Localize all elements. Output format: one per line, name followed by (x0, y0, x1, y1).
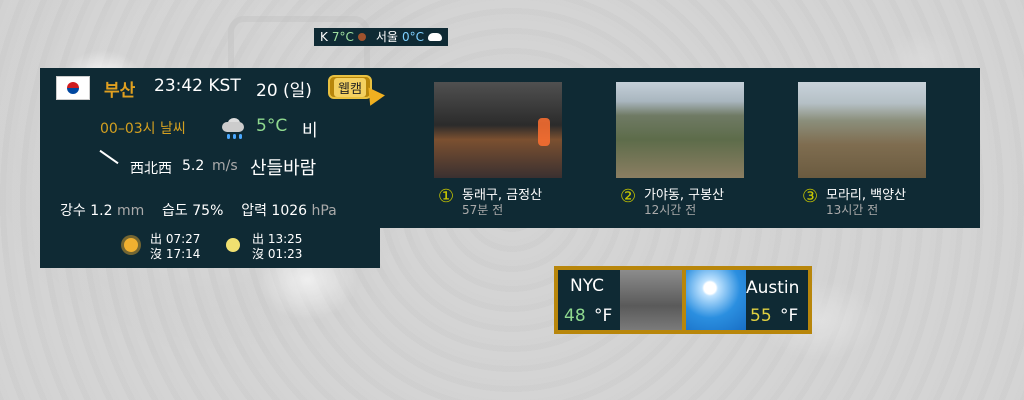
pressure-label: 압력 (241, 203, 267, 219)
webcam-thumbnail-2[interactable] (616, 82, 744, 178)
moon-icon (226, 238, 240, 252)
webcam-thumbnail-3[interactable] (798, 82, 926, 178)
nyc-weather-tile[interactable]: NYC 48 °F (554, 266, 684, 334)
moonset-time: 沒 01:23 (252, 247, 303, 261)
pressure-unit: hPa (311, 203, 337, 219)
sunset-time: 沒 17:14 (150, 247, 201, 261)
korea-flag-icon (56, 76, 90, 100)
seoul-label: 서울 (375, 30, 398, 44)
webcam-time-3: 13시간 전 (826, 203, 879, 217)
current-date: 20 (일) (256, 81, 312, 101)
forecast-hour-range: 00–03시 날씨 (100, 121, 186, 137)
precip-value: 1.2 (90, 203, 113, 219)
wind-direction: 西北西 (130, 161, 172, 177)
current-time: 23:42 KST (154, 76, 241, 96)
wind-speed: 5.2 (182, 158, 205, 174)
current-temp: 5°C (256, 116, 288, 136)
seoul-temp: 0°C (401, 30, 424, 44)
sun-icon (124, 238, 138, 252)
k-temp: 7°C (331, 30, 354, 44)
weather-condition: 비 (302, 121, 318, 141)
sunrise-time: 出 07:27 (150, 232, 201, 246)
precip-unit: mm (116, 203, 145, 219)
nyc-unit: °F (594, 306, 613, 326)
webcam-time-2: 12시간 전 (644, 203, 697, 217)
pressure-value: 1026 (271, 203, 308, 219)
moon-times: 出 13:25 沒 01:23 (252, 232, 302, 262)
top-weather-strip[interactable]: K 7°C 서울 0°C (314, 28, 448, 46)
austin-temp: 55 (750, 306, 772, 326)
wind-name: 산들바람 (250, 158, 317, 179)
webcam-number-1: ① (438, 186, 455, 207)
city-name: 부산 (104, 81, 136, 101)
moonrise-time: 出 13:25 (252, 232, 303, 246)
nyc-name: NYC (570, 276, 605, 296)
wind-unit: m/s (212, 158, 238, 174)
austin-unit: °F (780, 306, 799, 326)
austin-name: Austin (746, 278, 800, 298)
sun-moon-panel: 出 07:27 沒 17:14 出 13:25 沒 01:23 (40, 228, 380, 268)
wind-direction-arrow-icon (99, 149, 119, 165)
weather-dot-icon (357, 33, 366, 41)
austin-sunny-image (686, 270, 746, 330)
nyc-temp: 48 (564, 306, 586, 326)
austin-weather-tile[interactable]: Austin 55 °F (682, 266, 812, 334)
k-label: K (320, 30, 328, 44)
rain-cloud-icon (220, 118, 246, 140)
humidity-value: 75% (192, 203, 224, 219)
precip-label: 강수 (60, 203, 86, 219)
nyc-cloudy-image (620, 270, 684, 330)
weather-panel: 부산 23:42 KST 20 (일) 웹캠 00–03시 날씨 5°C 비 西… (40, 68, 980, 228)
humidity-label: 습도 (162, 203, 188, 219)
webcam-thumbnail-1[interactable] (434, 82, 562, 178)
sun-times: 出 07:27 沒 17:14 (150, 232, 200, 262)
webcam-number-3: ③ (802, 186, 819, 207)
webcam-number-2: ② (620, 186, 637, 207)
weather-stats: 강수 1.2 mm 습도 75% 압력 1026 hPa (60, 200, 337, 220)
cloud-icon (428, 33, 442, 41)
webcam-time-1: 57분 전 (462, 203, 504, 217)
